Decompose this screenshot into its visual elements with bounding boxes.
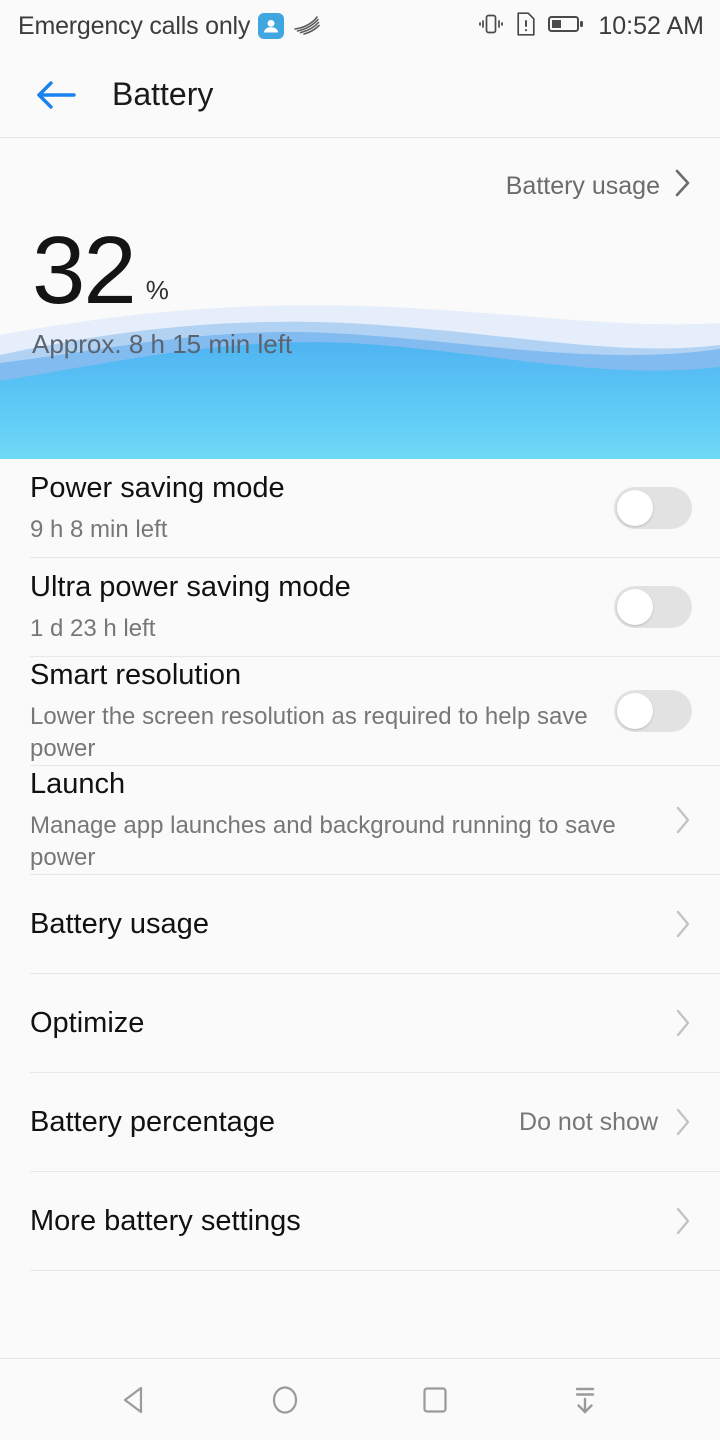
- toggle-knob: [617, 693, 653, 730]
- page-title: Battery: [112, 76, 214, 112]
- nav-back-button[interactable]: [95, 1370, 175, 1430]
- row-subtitle: Manage app launches and background runni…: [30, 812, 616, 872]
- chevron-right-icon: [674, 804, 692, 836]
- toggle-knob: [617, 490, 653, 526]
- app-header: Battery: [0, 52, 720, 138]
- list-item-battery-usage[interactable]: Battery usage: [0, 875, 720, 973]
- row-title: Optimize: [30, 1007, 145, 1039]
- row-title: Smart resolution: [30, 659, 242, 691]
- list-item-launch[interactable]: Launch Manage app launches and background…: [0, 766, 720, 874]
- chevron-right-icon: [674, 1007, 692, 1039]
- row-text: Launch Manage app launches and background…: [30, 766, 674, 874]
- time-remaining-label: Approx. 8 h 15 min left: [32, 328, 293, 359]
- battery-settings-screen: Emergency calls only 10:52 AM Battery Ba…: [0, 0, 720, 1440]
- status-bar: Emergency calls only 10:52 AM: [0, 0, 720, 52]
- chevron-right-icon: [674, 168, 692, 205]
- row-title: Battery usage: [30, 908, 209, 940]
- pull-down-arrow-icon: [575, 1387, 595, 1414]
- percent-sign: %: [145, 274, 169, 305]
- row-title: Battery percentage: [30, 1106, 276, 1138]
- status-bar-left: Emergency calls only: [18, 12, 478, 41]
- chevron-right-icon: [674, 908, 692, 940]
- sim-card-alert-icon: [515, 11, 537, 42]
- battery-percent-row: 32 %: [32, 217, 292, 324]
- status-bar-right: 10:52 AM: [478, 11, 704, 42]
- list-item-battery-percentage[interactable]: Battery percentage Do not show: [0, 1073, 720, 1171]
- nav-home-button[interactable]: [245, 1370, 325, 1430]
- row-text: Optimize: [30, 1005, 674, 1041]
- battery-hero: Battery usage 32 % Approx. 8 h 15 min le…: [0, 138, 720, 459]
- row-title: More battery settings: [30, 1205, 301, 1237]
- list-item-ultra-power-saving-mode[interactable]: Ultra power saving mode 1 d 23 h left: [0, 558, 720, 656]
- chevron-right-icon: [674, 1205, 692, 1237]
- row-text: More battery settings: [30, 1203, 674, 1239]
- toggle-smart-resolution[interactable]: [614, 690, 692, 733]
- nav-notification-shade-button[interactable]: [545, 1370, 625, 1430]
- list-item-power-saving-mode[interactable]: Power saving mode 9 h 8 min left: [0, 459, 720, 557]
- toggle-knob: [617, 589, 653, 625]
- vibrate-icon: [478, 11, 504, 42]
- navigation-bar: [0, 1358, 720, 1440]
- row-divider: [30, 1270, 720, 1272]
- toggle-ultra-power-saving-mode[interactable]: [614, 586, 692, 628]
- row-text: Smart resolution Lower the screen resolut…: [30, 657, 614, 765]
- carrier-label: Emergency calls only: [18, 11, 251, 40]
- list-item-more-battery-settings[interactable]: More battery settings: [0, 1172, 720, 1270]
- battery-icon: [548, 13, 584, 40]
- back-arrow-icon[interactable]: [34, 78, 78, 112]
- clock-label: 10:52 AM: [598, 11, 704, 40]
- battery-usage-link-label: Battery usage: [505, 172, 660, 200]
- battery-percent-value: 32: [32, 217, 137, 324]
- battery-level-display: 32 % Approx. 8 h 15 min left: [32, 217, 293, 360]
- row-title: Launch: [30, 768, 126, 801]
- recents-square-icon: [423, 1386, 447, 1413]
- row-subtitle: 1 d 23 h left: [30, 615, 156, 643]
- home-circle-icon: [272, 1385, 298, 1414]
- settings-list: Power saving mode 9 h 8 min left Ultra pow…: [0, 459, 720, 1272]
- row-title: Power saving mode: [30, 471, 285, 504]
- signal-swoosh-icon: [292, 13, 321, 40]
- contact-app-icon: [258, 13, 285, 39]
- list-item-smart-resolution[interactable]: Smart resolution Lower the screen resolut…: [0, 657, 720, 765]
- row-text: Ultra power saving mode 1 d 23 h left: [30, 569, 614, 645]
- row-value: Do not show: [519, 1107, 658, 1136]
- row-text: Power saving mode 9 h 8 min left: [30, 470, 614, 546]
- nav-recents-button[interactable]: [395, 1370, 475, 1430]
- back-triangle-icon: [123, 1386, 143, 1413]
- battery-usage-link[interactable]: Battery usage: [506, 168, 692, 205]
- row-text: Battery percentage: [30, 1104, 519, 1140]
- row-subtitle: 9 h 8 min left: [30, 516, 168, 544]
- chevron-right-icon: [674, 1106, 692, 1138]
- toggle-power-saving-mode[interactable]: [614, 487, 692, 529]
- row-title: Ultra power saving mode: [30, 570, 351, 603]
- list-item-optimize[interactable]: Optimize: [0, 974, 720, 1072]
- row-subtitle: Lower the screen resolution as required …: [30, 703, 588, 763]
- row-text: Battery usage: [30, 906, 674, 942]
